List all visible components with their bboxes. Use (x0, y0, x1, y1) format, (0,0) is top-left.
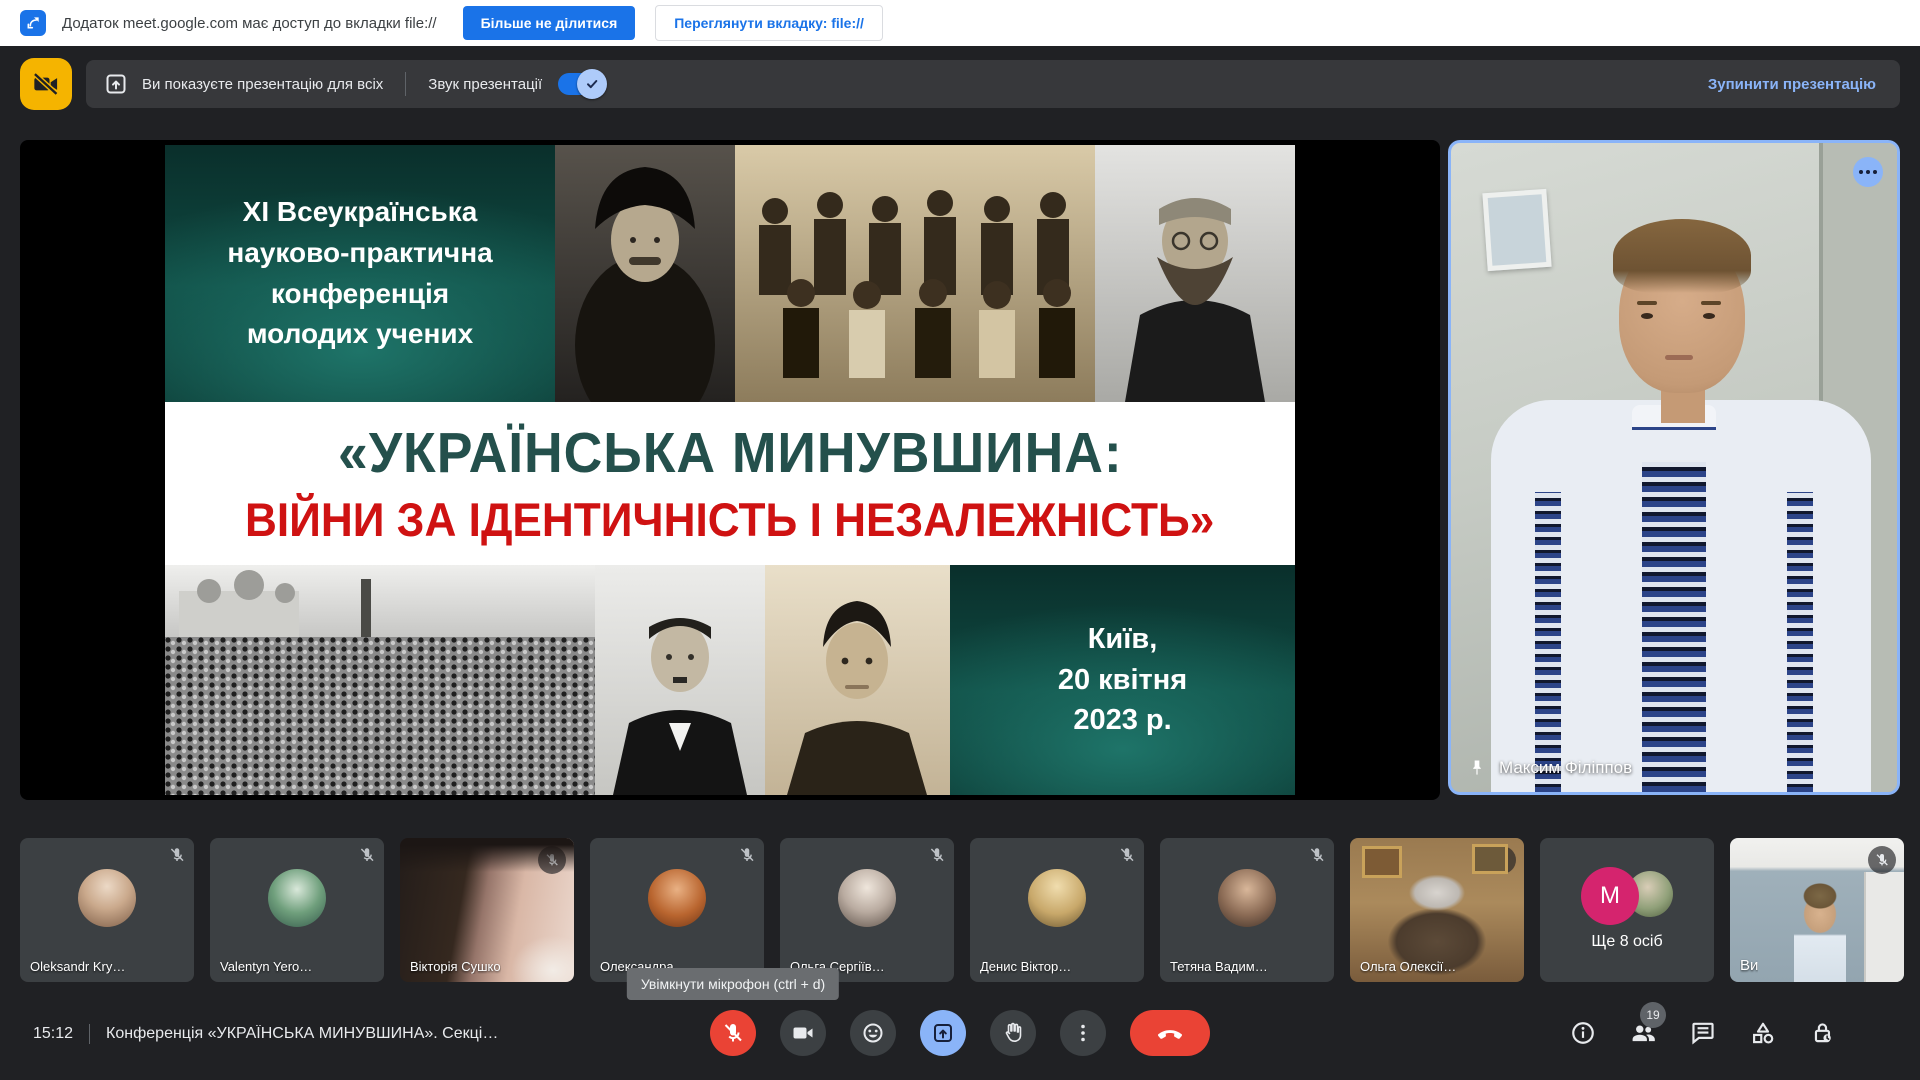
poster-conference-header-box: XI Всеукраїнська науково-практична конфе… (165, 145, 555, 402)
mic-tooltip: Увімкнути мікрофон (ctrl + d) (627, 968, 839, 1000)
photo-hrushevsky-portrait (1095, 145, 1295, 402)
camera-button[interactable] (780, 1010, 826, 1056)
participant-tile[interactable]: Ольга Сергіїв… (780, 838, 954, 982)
google-meet-window: Додаток meet.google.com має доступ до вк… (0, 0, 1920, 1080)
reactions-button[interactable] (850, 1010, 896, 1056)
overflow-avatar: M (1581, 867, 1639, 925)
more-vertical-icon (1071, 1021, 1095, 1045)
video-off-icon (32, 70, 60, 98)
view-tab-button[interactable]: Переглянути вкладку: file:// (655, 5, 883, 41)
tab-share-icon (20, 10, 46, 36)
poster-title-line2: ВІЙНИ ЗА ІДЕНТИЧНІСТЬ І НЕЗАЛЕЖНІСТЬ» (245, 492, 1214, 547)
mic-off-icon (721, 1021, 745, 1045)
lock-icon (1810, 1020, 1836, 1046)
participant-tile[interactable]: Oleksandr Kry… (20, 838, 194, 982)
raise-hand-icon (1001, 1021, 1025, 1045)
host-controls-button[interactable] (1810, 1020, 1836, 1046)
presentation-status-bar: Ви показуєте презентацію для всіх Звук п… (86, 60, 1900, 108)
end-call-button[interactable] (1130, 1010, 1210, 1056)
photo-shevchenko-portrait (555, 145, 735, 402)
participant-tile[interactable]: Ольга Олексії… (1350, 838, 1524, 982)
self-label: Ви (1740, 957, 1758, 974)
participant-avatar (1218, 869, 1276, 927)
meeting-bottom-bar: 15:12 Конференція «УКРАЇНСЬКА МИНУВШИНА»… (0, 996, 1920, 1080)
meeting-details-button[interactable] (1570, 1020, 1596, 1046)
poster-title-line1: «УКРАЇНСЬКА МИНУВШИНА: (338, 420, 1123, 486)
conference-poster: XI Всеукраїнська науково-практична конфе… (165, 145, 1295, 795)
photo-portrait-man-in-suit (595, 565, 765, 795)
speaker-video-tile[interactable]: Максим Філіппов (1448, 140, 1900, 795)
participant-tile[interactable]: Олександра … (590, 838, 764, 982)
photo-portrait-young-man (765, 565, 950, 795)
presented-slide-area: XI Всеукраїнська науково-практична конфе… (20, 140, 1440, 800)
present-screen-icon (931, 1021, 955, 1045)
participant-avatar (648, 869, 706, 927)
more-participants-tile[interactable]: M Ще 8 осіб (1540, 838, 1714, 982)
mic-off-icon (928, 846, 946, 864)
mic-off-icon (1308, 846, 1326, 864)
participant-avatar (1028, 869, 1086, 927)
participant-tile[interactable]: Valentyn Yero… (210, 838, 384, 982)
pin-icon (1467, 758, 1487, 778)
participant-name: Valentyn Yero… (220, 959, 312, 974)
info-icon (1570, 1020, 1596, 1046)
stop-presentation-button[interactable]: Зупинити презентацію (1708, 76, 1876, 93)
present-now-button[interactable] (920, 1010, 966, 1056)
mic-off-icon (1488, 846, 1516, 874)
mic-off-icon (538, 846, 566, 874)
participant-name: Ольга Олексії… (1360, 959, 1456, 974)
more-participants-label: Ще 8 осіб (1540, 933, 1714, 951)
participant-avatar (838, 869, 896, 927)
mic-off-icon (738, 846, 756, 864)
poster-location-date-text: Київ, 20 квітня 2023 р. (1058, 619, 1187, 741)
participant-name: Вікторія Сушко (410, 959, 501, 974)
poster-title-band: «УКРАЇНСЬКА МИНУВШИНА: ВІЙНИ ЗА ІДЕНТИЧН… (165, 402, 1295, 565)
toggle-thumb (577, 69, 607, 99)
camera-icon (791, 1021, 815, 1045)
participant-name: Тетяна Вадим… (1170, 959, 1268, 974)
participant-avatar (78, 869, 136, 927)
participant-name: Денис Віктор… (980, 959, 1071, 974)
camera-off-thumbnail[interactable] (20, 58, 72, 110)
mic-off-icon (1868, 846, 1896, 874)
mic-off-icon (168, 846, 186, 864)
poster-conference-header-text: XI Всеукраїнська науково-практична конфе… (227, 192, 492, 354)
presentation-audio-label: Звук презентації (428, 76, 542, 93)
mic-button[interactable]: Увімкнути мікрофон (ctrl + d) (710, 1010, 756, 1056)
participant-tile[interactable]: Тетяна Вадим… (1160, 838, 1334, 982)
end-call-icon (1156, 1019, 1184, 1047)
photo-crowd-kyiv (165, 565, 595, 795)
activities-button[interactable] (1750, 1020, 1776, 1046)
tab-share-notification-bar: Додаток meet.google.com має доступ до вк… (0, 0, 1920, 46)
present-screen-icon (104, 72, 128, 96)
poster-location-date-box: Київ, 20 квітня 2023 р. (950, 565, 1295, 795)
presenting-to-all-label: Ви показуєте презентацію для всіх (142, 76, 383, 93)
tab-share-message: Додаток meet.google.com має доступ до вк… (62, 15, 437, 32)
participant-tile[interactable]: Вікторія Сушко (400, 838, 574, 982)
divider (405, 72, 406, 96)
raise-hand-button[interactable] (990, 1010, 1036, 1056)
participant-tile[interactable]: Денис Віктор… (970, 838, 1144, 982)
participant-avatar (268, 869, 326, 927)
presentation-audio-toggle[interactable] (558, 73, 604, 95)
mic-off-icon (358, 846, 376, 864)
mic-off-icon (1118, 846, 1136, 864)
background-picture-frame (1482, 189, 1551, 271)
photo-group-sepia (735, 145, 1095, 402)
participant-count-badge: 19 (1640, 1002, 1666, 1028)
emoji-icon (861, 1021, 885, 1045)
tile-options-button[interactable] (1853, 157, 1883, 187)
self-video-tile[interactable]: Ви (1730, 838, 1904, 982)
more-options-button[interactable] (1060, 1010, 1106, 1056)
speaker-name-label: Максим Філіппов (1467, 758, 1632, 778)
chat-icon (1690, 1020, 1716, 1046)
chat-panel-button[interactable] (1690, 1020, 1716, 1046)
activities-icon (1750, 1020, 1776, 1046)
people-panel-button[interactable]: 19 (1630, 1020, 1656, 1046)
stop-sharing-button[interactable]: Більше не ділитися (463, 6, 636, 40)
participant-name: Oleksandr Kry… (30, 959, 125, 974)
